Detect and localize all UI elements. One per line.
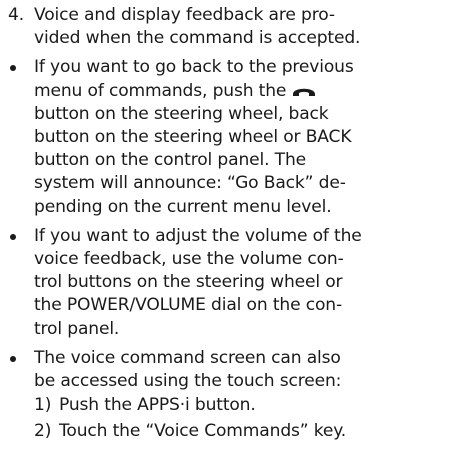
bullet-go-back-line-6: system will announce: “Go Back” de- [34,173,346,194]
bullet-touch-line-1: The voice command screen can also [34,347,341,368]
bullet-touch-screen: The voice command screen can also be acc… [0,347,457,393]
bullet-go-back-line-1: If you want to go back to the previous [34,57,354,78]
bullet-dot [10,355,16,362]
step-4: 4. Voice and display feedback are pro- v… [0,4,457,50]
substep-2: 2) Touch the “Voice Commands” key. [0,420,457,443]
bullet-go-back-line-7: pending on the current menu level. [34,196,332,217]
bullet-go-back-line-2-text: menu of commands, push the [34,80,287,101]
bullet-go-back-line-3: button on the steering wheel, back [34,103,329,124]
bullet-dot [10,233,16,240]
substep-1: 1) Push the APPS·i button. [0,394,457,417]
bullet-go-back-line-2: menu of commands, push the [34,80,457,103]
substep-text: Touch the “Voice Commands” key. [59,421,347,442]
step-number: 4. [8,5,25,25]
step-4-line-1: Voice and display feedback are pro- [34,5,335,25]
substep-text: Push the APPS·i button. [59,395,256,416]
bullet-volume-line-3: trol buttons on the steering wheel or [34,272,343,293]
step-4-line-2: vided when the command is accepted. [34,28,361,49]
bullet-go-back-line-4: button on the steering wheel or BACK [34,127,352,148]
bullet-go-back-line-5: button on the control panel. The [34,150,306,171]
substep-number: 2) [34,421,52,442]
bullet-dot [10,65,16,72]
bullet-volume-line-5: trol panel. [34,318,120,339]
bullet-go-back: If you want to go back to the previous m… [0,56,457,218]
substep-number: 1) [34,395,52,416]
bullet-touch-line-2: be accessed using the touch screen: [34,371,342,392]
bullet-volume-line-2: voice feedback, use the volume con- [34,249,344,270]
bullet-volume: If you want to adjust the volume of the … [0,225,457,341]
phone-handset-icon [292,84,316,98]
bullet-volume-line-1: If you want to adjust the volume of the [34,225,362,246]
manual-page-text: 4. Voice and display feedback are pro- v… [0,0,457,444]
bullet-volume-line-4: the POWER/VOLUME dial on the con- [34,295,342,316]
